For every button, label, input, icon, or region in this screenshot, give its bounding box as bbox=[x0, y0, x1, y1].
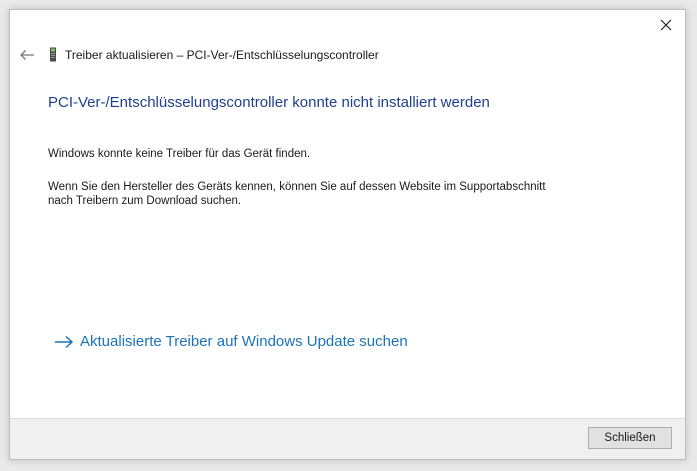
update-driver-dialog: Treiber aktualisieren – PCI-Ver-/Entschl… bbox=[9, 9, 686, 460]
back-arrow-icon bbox=[20, 50, 34, 60]
arrow-right-icon bbox=[55, 335, 74, 348]
message-manufacturer-line2: nach Treibern zum Download suchen. bbox=[48, 195, 242, 207]
window-title: Treiber aktualisieren – PCI-Ver-/Entschl… bbox=[65, 48, 379, 62]
close-window-button[interactable] bbox=[655, 14, 677, 36]
close-icon bbox=[660, 19, 672, 31]
back-button[interactable] bbox=[16, 45, 38, 65]
windows-update-link[interactable]: Aktualisierte Treiber auf Windows Update… bbox=[54, 333, 408, 350]
dialog-header: Treiber aktualisieren – PCI-Ver-/Entschl… bbox=[48, 47, 379, 63]
windows-update-link-label: Aktualisierte Treiber auf Windows Update… bbox=[80, 333, 408, 350]
message-no-driver: Windows konnte keine Treiber für das Ger… bbox=[48, 148, 311, 160]
message-manufacturer-line1: Wenn Sie den Hersteller des Geräts kenne… bbox=[48, 181, 546, 193]
page-title: PCI-Ver-/Entschlüsselungscontroller konn… bbox=[48, 94, 490, 111]
device-icon bbox=[48, 47, 58, 63]
close-button[interactable]: Schließen bbox=[588, 427, 672, 449]
dialog-footer: Schließen bbox=[10, 418, 685, 459]
message-manufacturer: Wenn Sie den Hersteller des Geräts kenne… bbox=[48, 180, 546, 208]
